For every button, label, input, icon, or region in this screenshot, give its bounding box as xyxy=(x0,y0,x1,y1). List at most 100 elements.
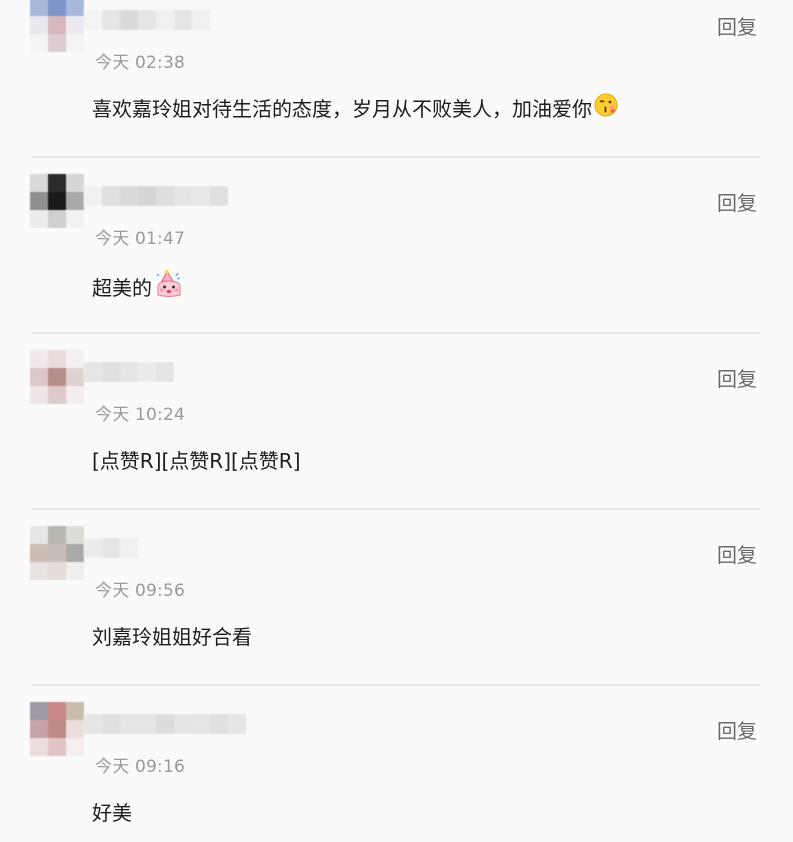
avatar-pixel xyxy=(66,174,84,192)
avatar-pixel xyxy=(66,350,84,368)
comment-text-row: [点赞R][点赞R][点赞R] xyxy=(92,445,301,474)
avatar-pixel xyxy=(30,386,48,404)
username-pixel xyxy=(138,10,156,30)
avatar-pixel xyxy=(30,562,48,580)
avatar-pixel xyxy=(66,386,84,404)
avatar-pixel xyxy=(30,350,48,368)
avatar-pixel xyxy=(66,34,84,52)
avatar-pixel xyxy=(30,174,48,192)
comment-text-row: 好美 xyxy=(92,797,132,826)
avatar-pixel xyxy=(66,544,84,562)
username-pixel xyxy=(156,362,174,382)
username-pixel xyxy=(192,186,210,206)
avatar-pixel xyxy=(48,210,66,228)
username-blurred[interactable] xyxy=(84,10,210,30)
avatar-pixel xyxy=(30,210,48,228)
username-pixel xyxy=(84,10,102,30)
username-pixel xyxy=(120,362,138,382)
avatar-pixel xyxy=(48,368,66,386)
comment-time: 今天 09:56 xyxy=(95,581,185,601)
username-pixel xyxy=(84,362,102,382)
avatar-pixel xyxy=(48,544,66,562)
avatar-pixel xyxy=(30,544,48,562)
username-pixel xyxy=(84,186,102,206)
avatar-pixel xyxy=(66,526,84,544)
username-pixel xyxy=(174,10,192,30)
avatar-pixel xyxy=(48,174,66,192)
avatar-pixel xyxy=(48,562,66,580)
divider xyxy=(32,508,760,510)
comment-list: 今天 02:38 回复 喜欢嘉玲姐对待生活的态度，岁月从不败美人，加油爱你 今天… xyxy=(0,0,793,842)
username-pixel xyxy=(84,714,102,734)
username-pixel xyxy=(84,538,102,558)
username-blurred[interactable] xyxy=(84,714,246,734)
username-pixel xyxy=(120,186,138,206)
avatar-pixel xyxy=(48,702,66,720)
comment-text-row: 喜欢嘉玲姐对待生活的态度，岁月从不败美人，加油爱你 xyxy=(92,93,618,122)
username-blurred[interactable] xyxy=(84,538,138,558)
reply-button[interactable]: 回复 xyxy=(717,715,757,744)
avatar[interactable] xyxy=(30,350,84,404)
username-pixel xyxy=(192,714,210,734)
comment-item: 今天 02:38 回复 喜欢嘉玲姐对待生活的态度，岁月从不败美人，加油爱你 xyxy=(0,0,793,178)
avatar-pixel xyxy=(30,0,48,16)
avatar-pixel xyxy=(48,192,66,210)
reply-button[interactable]: 回复 xyxy=(717,363,757,392)
kissing-face-icon xyxy=(594,93,618,122)
username-pixel xyxy=(210,186,228,206)
divider xyxy=(32,156,760,158)
avatar-pixel xyxy=(30,34,48,52)
username-pixel xyxy=(138,362,156,382)
avatar-pixel xyxy=(30,192,48,210)
comment-time: 今天 02:38 xyxy=(95,53,185,73)
username-pixel xyxy=(192,10,210,30)
username-pixel xyxy=(156,714,174,734)
comment-item: 今天 09:56 回复 刘嘉玲姐姐好合看 xyxy=(0,526,793,706)
reply-button[interactable]: 回复 xyxy=(717,187,757,216)
username-pixel xyxy=(102,714,120,734)
avatar-pixel xyxy=(48,738,66,756)
comment-time: 今天 09:16 xyxy=(95,757,185,777)
avatar-pixel xyxy=(66,562,84,580)
avatar-pixel xyxy=(66,0,84,16)
divider xyxy=(32,684,760,686)
avatar-pixel xyxy=(66,16,84,34)
reply-button[interactable]: 回复 xyxy=(717,11,757,40)
divider xyxy=(32,332,760,334)
avatar[interactable] xyxy=(30,174,84,228)
party-face-icon xyxy=(154,269,184,304)
avatar-pixel xyxy=(30,526,48,544)
username-blurred[interactable] xyxy=(84,186,228,206)
avatar-pixel xyxy=(30,720,48,738)
avatar-pixel xyxy=(66,702,84,720)
avatar-pixel xyxy=(30,368,48,386)
username-pixel xyxy=(102,538,120,558)
avatar-pixel xyxy=(66,720,84,738)
avatar-pixel xyxy=(48,720,66,738)
avatar-pixel xyxy=(48,34,66,52)
username-pixel xyxy=(120,538,138,558)
avatar-pixel xyxy=(48,350,66,368)
comment-time: 今天 10:24 xyxy=(95,405,185,425)
username-blurred[interactable] xyxy=(84,362,174,382)
avatar[interactable] xyxy=(30,0,84,52)
comment-text-row: 刘嘉玲姐姐好合看 xyxy=(92,621,252,650)
avatar-pixel xyxy=(48,16,66,34)
username-pixel xyxy=(156,186,174,206)
avatar-pixel xyxy=(66,738,84,756)
username-pixel xyxy=(102,186,120,206)
username-pixel xyxy=(102,362,120,382)
avatar-pixel xyxy=(66,368,84,386)
avatar-pixel xyxy=(66,192,84,210)
username-pixel xyxy=(138,714,156,734)
avatar-pixel xyxy=(48,526,66,544)
avatar[interactable] xyxy=(30,526,84,580)
username-pixel xyxy=(120,714,138,734)
reply-button[interactable]: 回复 xyxy=(717,539,757,568)
avatar-pixel xyxy=(66,210,84,228)
avatar-pixel xyxy=(30,16,48,34)
comment-time: 今天 01:47 xyxy=(95,229,185,249)
avatar-pixel xyxy=(30,702,48,720)
avatar[interactable] xyxy=(30,702,84,756)
comment-text-row: 超美的 xyxy=(92,269,184,304)
